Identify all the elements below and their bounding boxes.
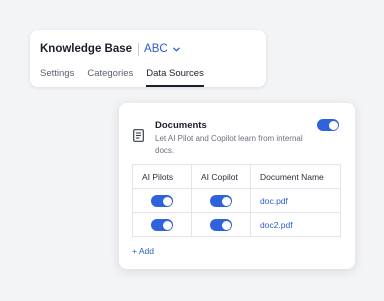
toggle-knob bbox=[162, 196, 172, 206]
documents-enabled-toggle[interactable] bbox=[317, 119, 339, 131]
tab-categories[interactable]: Categories bbox=[87, 68, 133, 87]
toggle-knob bbox=[162, 220, 172, 230]
ai-pilot-cell bbox=[132, 188, 192, 213]
column-header-ai-pilots: AI Pilots bbox=[132, 164, 192, 189]
ai-copilot-cell bbox=[191, 188, 251, 213]
column-header-document-name: Document Name bbox=[250, 164, 341, 189]
documents-table: AI Pilots AI Copilot Document Name doc.p… bbox=[132, 164, 341, 237]
knowledge-base-card: Knowledge Base ABC Settings Categories D… bbox=[30, 30, 266, 87]
document-icon bbox=[133, 129, 144, 147]
page-title: Knowledge Base bbox=[40, 43, 133, 55]
chevron-down-icon[interactable] bbox=[172, 45, 181, 54]
ai-pilot-toggle[interactable] bbox=[151, 219, 173, 231]
ai-copilot-toggle[interactable] bbox=[210, 219, 232, 231]
tab-bar: Settings Categories Data Sources bbox=[40, 68, 217, 87]
table-header-row: AI Pilots AI Copilot Document Name bbox=[132, 164, 341, 189]
header-divider bbox=[138, 42, 140, 56]
table-row: doc.pdf bbox=[132, 188, 341, 213]
ai-copilot-cell bbox=[191, 212, 251, 237]
document-link[interactable]: doc2.pdf bbox=[250, 212, 341, 237]
ai-pilot-toggle[interactable] bbox=[151, 195, 173, 207]
tab-data-sources[interactable]: Data Sources bbox=[146, 68, 204, 87]
column-header-ai-copilot: AI Copilot bbox=[191, 164, 251, 189]
documents-description: Let AI Pilot and Copilot learn from inte… bbox=[155, 134, 303, 155]
tab-settings[interactable]: Settings bbox=[40, 68, 74, 87]
toggle-knob bbox=[221, 220, 231, 230]
documents-title: Documents bbox=[155, 120, 207, 131]
workspace-selector[interactable]: ABC bbox=[144, 43, 168, 55]
toggle-knob bbox=[221, 196, 231, 206]
add-document-button[interactable]: + Add bbox=[132, 246, 154, 256]
toggle-knob bbox=[328, 120, 338, 130]
kb-header: Knowledge Base ABC bbox=[40, 41, 181, 57]
table-row: doc2.pdf bbox=[132, 212, 341, 237]
ai-pilot-cell bbox=[132, 212, 192, 237]
ai-copilot-toggle[interactable] bbox=[210, 195, 232, 207]
document-link[interactable]: doc.pdf bbox=[250, 188, 341, 213]
documents-card: Documents Let AI Pilot and Copilot learn… bbox=[119, 103, 355, 269]
